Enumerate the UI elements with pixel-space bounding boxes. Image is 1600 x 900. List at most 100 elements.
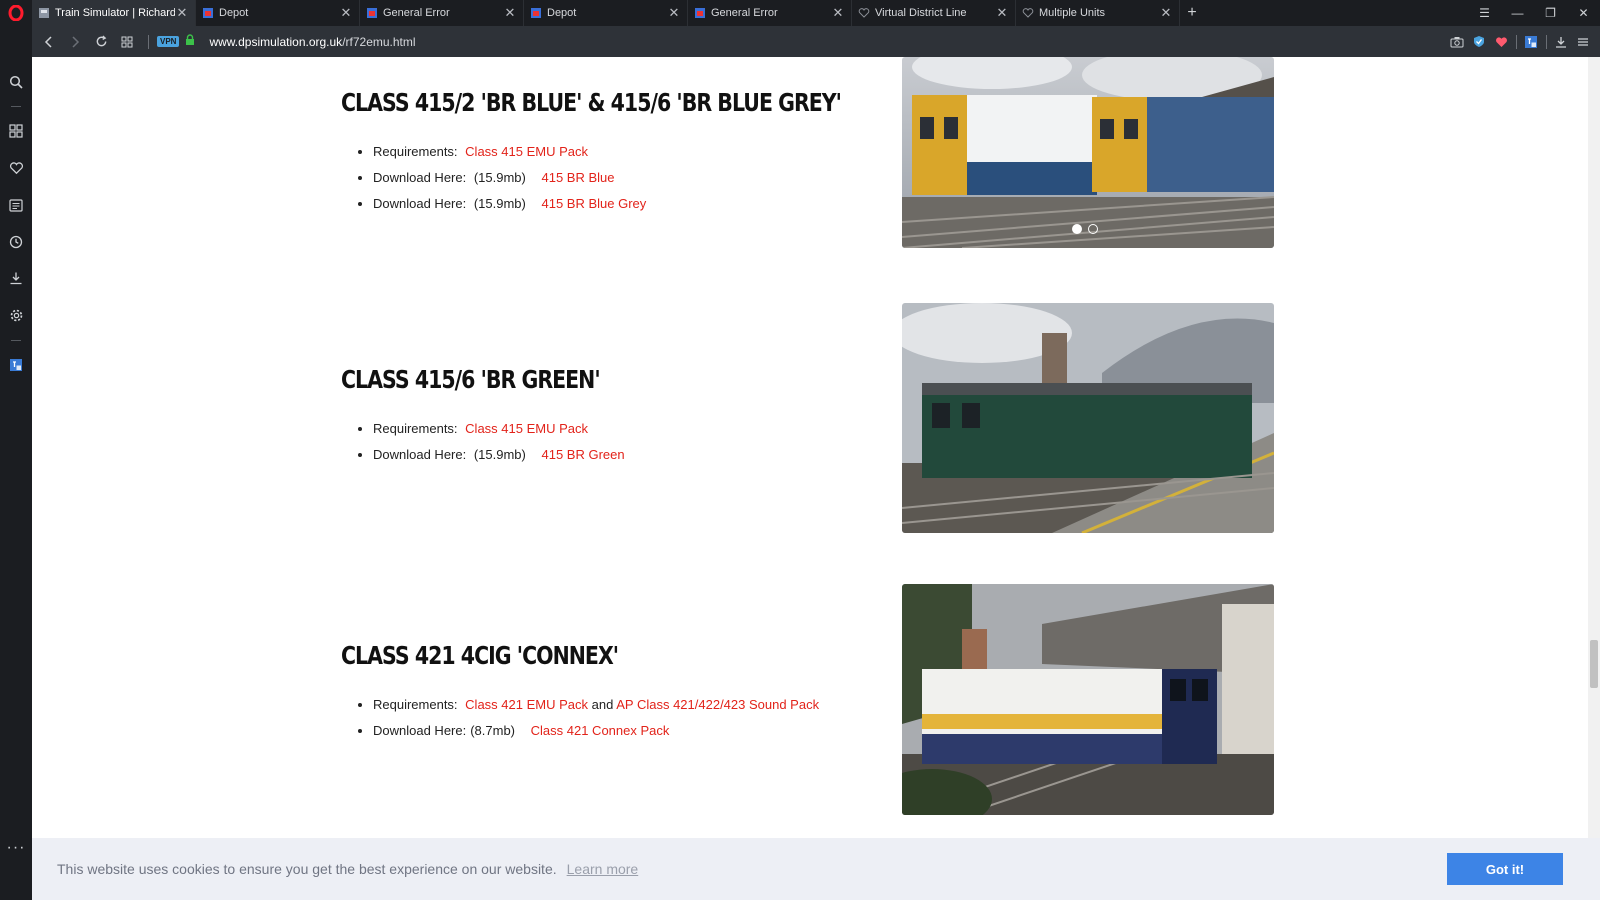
page-content: CLASS 415/2 'BR BLUE' & 415/6 'BR BLUE G… (32, 57, 1600, 900)
list-item: Download Here: (15.9mb) 415 BR Blue (373, 169, 646, 195)
train-photo-br-green (902, 303, 1274, 533)
tab-strip: Train Simulator | Richard Fl ✕ Depot ✕ G… (0, 0, 1600, 26)
link-class-415-emu-pack[interactable]: Class 415 EMU Pack (465, 421, 588, 436)
got-it-button[interactable]: Got it! (1447, 853, 1563, 885)
close-tab-icon[interactable]: ✕ (995, 5, 1009, 21)
close-tab-icon[interactable]: ✕ (339, 5, 353, 21)
news-icon[interactable] (0, 193, 32, 217)
link-class-415-emu-pack[interactable]: Class 415 EMU Pack (465, 144, 588, 159)
train-photo-br-blue-slider[interactable] (902, 57, 1274, 248)
back-icon[interactable] (36, 26, 62, 57)
slider-dot-1[interactable] (1072, 224, 1082, 234)
section-3-list: Requirements: Class 421 EMU Pack and AP … (353, 696, 819, 748)
file-size: (15.9mb) (473, 196, 526, 211)
depot-favicon-icon (530, 7, 542, 19)
adblock-shield-icon[interactable] (1468, 26, 1490, 57)
url-field[interactable]: www.dpsimulation.org.uk/rf72emu.html (209, 35, 415, 49)
file-size: (8.7mb) (470, 723, 516, 738)
tab-title: General Error (711, 7, 778, 19)
restore-icon[interactable]: ❐ (1534, 0, 1567, 26)
link-415-br-blue-grey[interactable]: 415 BR Blue Grey (542, 196, 647, 211)
file-size: (15.9mb) (473, 170, 526, 185)
learn-more-link[interactable]: Learn more (567, 861, 639, 877)
camera-icon[interactable] (1446, 26, 1468, 57)
minimize-icon[interactable]: — (1501, 0, 1534, 26)
close-tab-icon[interactable]: ✕ (1159, 5, 1173, 21)
translate-sidebar-icon[interactable] (0, 353, 32, 377)
tab-menu-icon[interactable]: ☰ (1468, 0, 1501, 26)
item-label: Requirements: (373, 697, 458, 712)
lock-icon[interactable] (185, 33, 195, 51)
tab-title: General Error (383, 7, 450, 19)
close-tab-icon[interactable]: ✕ (667, 5, 681, 21)
tab-depot[interactable]: Depot ✕ (196, 0, 360, 26)
tab-title: Depot (219, 7, 249, 19)
close-tab-icon[interactable]: ✕ (503, 5, 517, 21)
section-1-list: Requirements: Class 415 EMU Pack Downloa… (353, 143, 646, 221)
cookie-message: This website uses cookies to ensure you … (57, 861, 557, 877)
link-415-br-green[interactable]: 415 BR Green (542, 447, 625, 462)
item-label: Download Here: (373, 196, 467, 211)
my-flow-heart-icon[interactable] (1490, 26, 1512, 57)
depot-favicon-icon (366, 7, 378, 19)
forward-icon[interactable] (62, 26, 88, 57)
more-options-icon[interactable]: ··· (0, 836, 32, 860)
new-tab-plus-icon[interactable]: + (1180, 0, 1204, 26)
item-label: Download Here: (373, 723, 467, 738)
file-size: (15.9mb) (473, 447, 526, 462)
slider-dot-2[interactable] (1088, 224, 1098, 234)
link-class-421-emu-pack[interactable]: Class 421 EMU Pack (465, 697, 588, 712)
tab-general-error-2[interactable]: General Error ✕ (688, 0, 852, 26)
translate-extension-icon[interactable] (1520, 26, 1542, 57)
heart-favicon-icon (858, 7, 870, 19)
item-label: Requirements: (373, 421, 458, 436)
link-class-421-connex-pack[interactable]: Class 421 Connex Pack (531, 723, 670, 738)
vpn-badge[interactable]: VPN (157, 36, 180, 47)
section-2-list: Requirements: Class 415 EMU Pack Downloa… (353, 420, 625, 472)
item-label: Download Here: (373, 447, 467, 462)
reload-icon[interactable] (88, 26, 114, 57)
tab-title: Virtual District Line (875, 7, 967, 19)
list-item: Requirements: Class 415 EMU Pack (373, 420, 625, 446)
heart-favicon-icon (1022, 7, 1034, 19)
download-icon[interactable] (1550, 26, 1572, 57)
section-title-class-415-6-green: CLASS 415/6 'BR GREEN' (341, 365, 601, 394)
list-item: Requirements: Class 421 EMU Pack and AP … (373, 696, 819, 722)
depot-favicon-icon (202, 7, 214, 19)
toolbar-right (1446, 26, 1594, 57)
close-tab-icon[interactable]: ✕ (831, 5, 845, 21)
close-tab-icon[interactable]: ✕ (175, 5, 189, 21)
item-label: Requirements: (373, 144, 458, 159)
history-clock-icon[interactable] (0, 230, 32, 254)
scrollbar-thumb[interactable] (1590, 640, 1598, 688)
speed-dial-icon[interactable] (0, 119, 32, 143)
settings-gear-icon[interactable] (0, 303, 32, 327)
address-bar: VPN www.dpsimulation.org.uk/rf72emu.html (32, 26, 1600, 57)
tab-virtual-district-line[interactable]: Virtual District Line ✕ (852, 0, 1016, 26)
toolbar-separator (148, 34, 149, 49)
tab-depot-2[interactable]: Depot ✕ (524, 0, 688, 26)
tab-title: Multiple Units (1039, 7, 1106, 19)
slider-dots (1072, 224, 1098, 234)
joiner-text: and (591, 697, 614, 712)
speed-dial-grid-icon[interactable] (114, 26, 140, 57)
section-title-class-415-2: CLASS 415/2 'BR BLUE' & 415/6 'BR BLUE G… (341, 88, 842, 117)
tab-title: Depot (547, 7, 577, 19)
downloads-icon[interactable] (0, 266, 32, 290)
tab-multiple-units[interactable]: Multiple Units ✕ (1016, 0, 1180, 26)
item-label: Download Here: (373, 170, 467, 185)
list-item: Download Here:(8.7mb) Class 421 Connex P… (373, 722, 819, 748)
bookmarks-heart-icon[interactable] (0, 156, 32, 180)
window-controls: ☰ — ❐ ✕ (1468, 0, 1600, 26)
depot-favicon-icon (694, 7, 706, 19)
toolbar-separator-icon (1512, 26, 1520, 57)
easy-setup-menu-icon[interactable] (1572, 26, 1594, 57)
link-415-br-blue[interactable]: 415 BR Blue (542, 170, 615, 185)
page-scrollbar[interactable] (1588, 57, 1600, 900)
close-window-icon[interactable]: ✕ (1567, 0, 1600, 26)
tab-general-error[interactable]: General Error ✕ (360, 0, 524, 26)
opera-logo-icon[interactable] (0, 0, 32, 26)
tab-train-simulator[interactable]: Train Simulator | Richard Fl ✕ (32, 0, 196, 26)
link-ap-sound-pack[interactable]: AP Class 421/422/423 Sound Pack (616, 697, 819, 712)
search-icon[interactable] (0, 70, 32, 94)
